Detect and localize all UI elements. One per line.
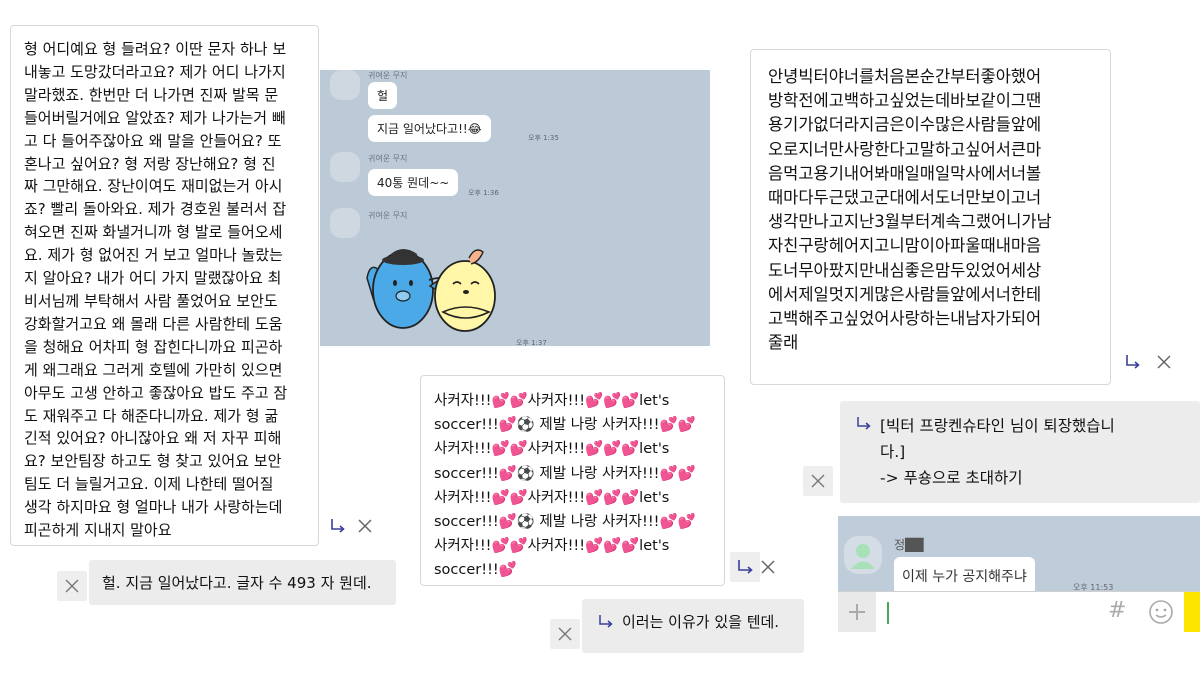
timestamp: 오후 1:36 [468,189,499,197]
system-notice-line: [빅터 프랑켄슈타인 님이 퇴장했습니 [880,417,1115,435]
reply-text-2: 이러는 이유가 있을 텐데. [622,613,780,631]
message-line: 비서님께 부탁해서 사람 풀었어요 보안도 [24,291,278,310]
soccer-message-card: 사커자!!!💕💕사커자!!!💕💕💕let's soccer!!!💕⚽ 제발 나랑 … [420,375,725,586]
sender-name: 귀여운 무지 [368,154,408,163]
invite-link-text: -> 푸숑으로 초대하기 [880,469,1023,487]
message-line: 생각만나고지난3월부터계속그랬어니가남 [768,212,1052,232]
message-line: 게 왜그래요 그러게 호텔에 가만히 있으면 [24,360,283,379]
chat-screenshot-2: 정██ 이제 누가 공지해주냐 오후 11:53 # [838,516,1200,677]
avatar [330,70,360,100]
right-message-text: 안녕빅터야너를처음본순간부터좋아했어방학전에고백하고싶었는데바보같이그땐용기가없… [768,65,1110,355]
plus-icon [849,604,865,620]
timestamp: 오후 1:35 [528,134,559,142]
message-line: 혼나고 싶어요? 형 저랑 장난해요? 형 진 [24,154,276,173]
message-line: 오로지너만사랑한다고말하고싶어서큰마 [768,139,1042,159]
reply-bubble-1: 헐. 지금 일어났다고. 글자 수 493 자 뭔데. [89,560,396,605]
left-message-card: 형 어디예요 형 들려요? 이딴 문자 하나 보내놓고 도망갔더라고요? 제가 … [10,25,319,546]
close-icon[interactable] [354,515,376,537]
avatar [330,152,360,182]
message-line: 고백해주고싶었어사랑하는내남자가되어 [768,309,1042,329]
message-line: 혀오면 진짜 화낼거니까 형 발로 들어오세 [24,223,283,242]
message-line: 팀도 더 늘릴거고요. 이제 나한테 떨어질 [24,475,274,494]
system-notice-line: 다.] [880,443,906,461]
close-icon[interactable] [757,556,779,578]
message-line: 피곤하게 지내지 말아요 [24,521,172,540]
reply-arrow-icon [596,612,618,632]
text-cursor[interactable] [887,602,889,624]
message-line: 음먹고용기내어봐매일매일막사에서너볼 [768,163,1042,183]
message-line: 자친구랑헤어지고니맘이아파울때내마음 [768,236,1042,256]
right-message-card: 안녕빅터야너를처음본순간부터좋아했어방학전에고백하고싶었는데바보같이그땐용기가없… [750,49,1111,385]
message-line: soccer!!!💕⚽ 제발 나랑 사커자!!!💕💕 [434,514,696,531]
plus-button[interactable] [838,592,876,632]
message-line: 사커자!!!💕💕사커자!!!💕💕💕let's [434,441,670,458]
message-line: 도너무아팠지만내심좋은맘두있었어세상 [768,260,1042,280]
message-line: 때마다두근댔고군대에서도너만보이고너 [768,188,1042,208]
chat-bubble: 헐 [368,82,398,109]
message-line: 사커자!!!💕💕사커자!!!💕💕💕let's [434,393,670,409]
reply-arrow-icon[interactable] [1122,351,1144,373]
message-line: 줄래 [768,333,799,353]
message-line: 죠? 빨리 돌아와요. 제가 경호원 불러서 잡 [24,200,287,219]
soccer-message-text: 사커자!!!💕💕사커자!!!💕💕💕let's soccer!!!💕⚽ 제발 나랑 … [434,389,724,583]
close-button[interactable] [550,619,580,649]
chat-bubble: 40통 뭔데~~ [368,169,459,196]
message-line: 을 청해요 어차피 형 잡힌다니까요 피곤하 [24,337,283,356]
message-line: 에서제일멋지게많은사람들앞에서너한테 [768,284,1042,304]
chat-screenshot-1: 귀여운 무지 헐 지금 일어났다고!!😂 오후 1:35 귀여운 무지 40통 … [320,70,710,346]
close-button[interactable] [57,571,87,601]
message-line: 짜 그만해요. 장난이여도 재미없는거 아시 [24,177,283,196]
message-line: 강화할거고요 왜 몰래 다른 사람한테 도움 [24,314,283,333]
message-line: 방학전에고백하고싶었는데바보같이그땐 [768,91,1042,111]
reply-bubble-2: 이러는 이유가 있을 텐데. [582,599,804,653]
message-line: 사커자!!!💕💕사커자!!!💕💕💕let's [434,538,670,555]
message-line: 아무도 고생 안하고 좋잖아요 밥도 주고 잠 [24,383,288,402]
emoji-icon[interactable] [1148,599,1174,629]
message-line: soccer!!!💕⚽ 제발 나랑 사커자!!!💕💕 [434,465,696,482]
message-line: 긴적 있어요? 아니잖아요 왜 저 자꾸 피해 [24,429,282,448]
sender-name: 귀여운 무지 [368,71,408,80]
message-line: 요. 제가 형 없어진 거 보고 얼마나 놀랐는 [24,246,283,265]
close-icon[interactable] [1153,351,1175,373]
close-button[interactable] [803,466,833,496]
avatar [330,208,360,238]
hash-icon[interactable]: # [1108,598,1126,623]
left-message-text: 형 어디예요 형 들려요? 이딴 문자 하나 보내놓고 도망갔더라고요? 제가 … [24,38,318,542]
avatar [844,536,882,574]
system-notice-bubble: [빅터 프랑켄슈타인 님이 퇴장했습니 다.] -> 푸숑으로 초대하기 [840,401,1200,503]
sticker-image [366,249,496,332]
message-line: 안녕빅터야너를처음본순간부터좋아했어 [768,67,1042,86]
message-line: soccer!!!💕 [434,562,517,579]
message-input-bar[interactable]: # [838,591,1200,677]
reply-arrow-icon [854,414,876,434]
sender-name: 귀여운 무지 [368,211,408,220]
user-icon [851,544,875,569]
send-button[interactable] [1184,592,1200,632]
message-line: 들어버릴거에요 알았죠? 제가 나가는거 빼 [24,108,286,127]
timestamp: 오후 1:37 [516,339,547,346]
message-line: 사커자!!!💕💕사커자!!!💕💕💕let's [434,489,670,506]
reply-text-1: 헐. 지금 일어났다고. 글자 수 493 자 뭔데. [102,574,372,592]
message-line: 말라했죠. 한번만 더 나가면 진짜 발목 문 [24,85,279,104]
reply-arrow-icon[interactable] [327,515,349,537]
message-line: soccer!!!💕⚽ 제발 나랑 사커자!!!💕💕 [434,417,696,434]
chat-bubble: 이제 누가 공지해주냐 [894,557,1035,595]
chat-bubble: 지금 일어났다고!!😂 [368,115,491,142]
sender-name: 정██ [894,538,924,552]
reply-button[interactable] [730,552,760,582]
message-line: 생각 하지마요 형 얼마나 내가 사랑하는데 [24,498,283,517]
message-line: 지 알아요? 내가 어디 가지 말랬잖아요 최 [24,269,282,288]
message-line: 요? 보안팀장 하고도 형 찾고 있어요 보안 [24,452,282,471]
message-line: 용기가없더라지금은이수많은사람들앞에 [768,115,1042,135]
message-line: 형 어디예요 형 들려요? 이딴 문자 하나 보 [24,40,287,58]
message-line: 고 다 들어주잖아요 왜 말을 안들어요? 또 [24,131,282,150]
message-line: 내놓고 도망갔더라고요? 제가 어디 나가지 [24,62,286,81]
message-line: 도 재워주고 다 해준다니까요. 제가 형 굶 [24,406,279,425]
